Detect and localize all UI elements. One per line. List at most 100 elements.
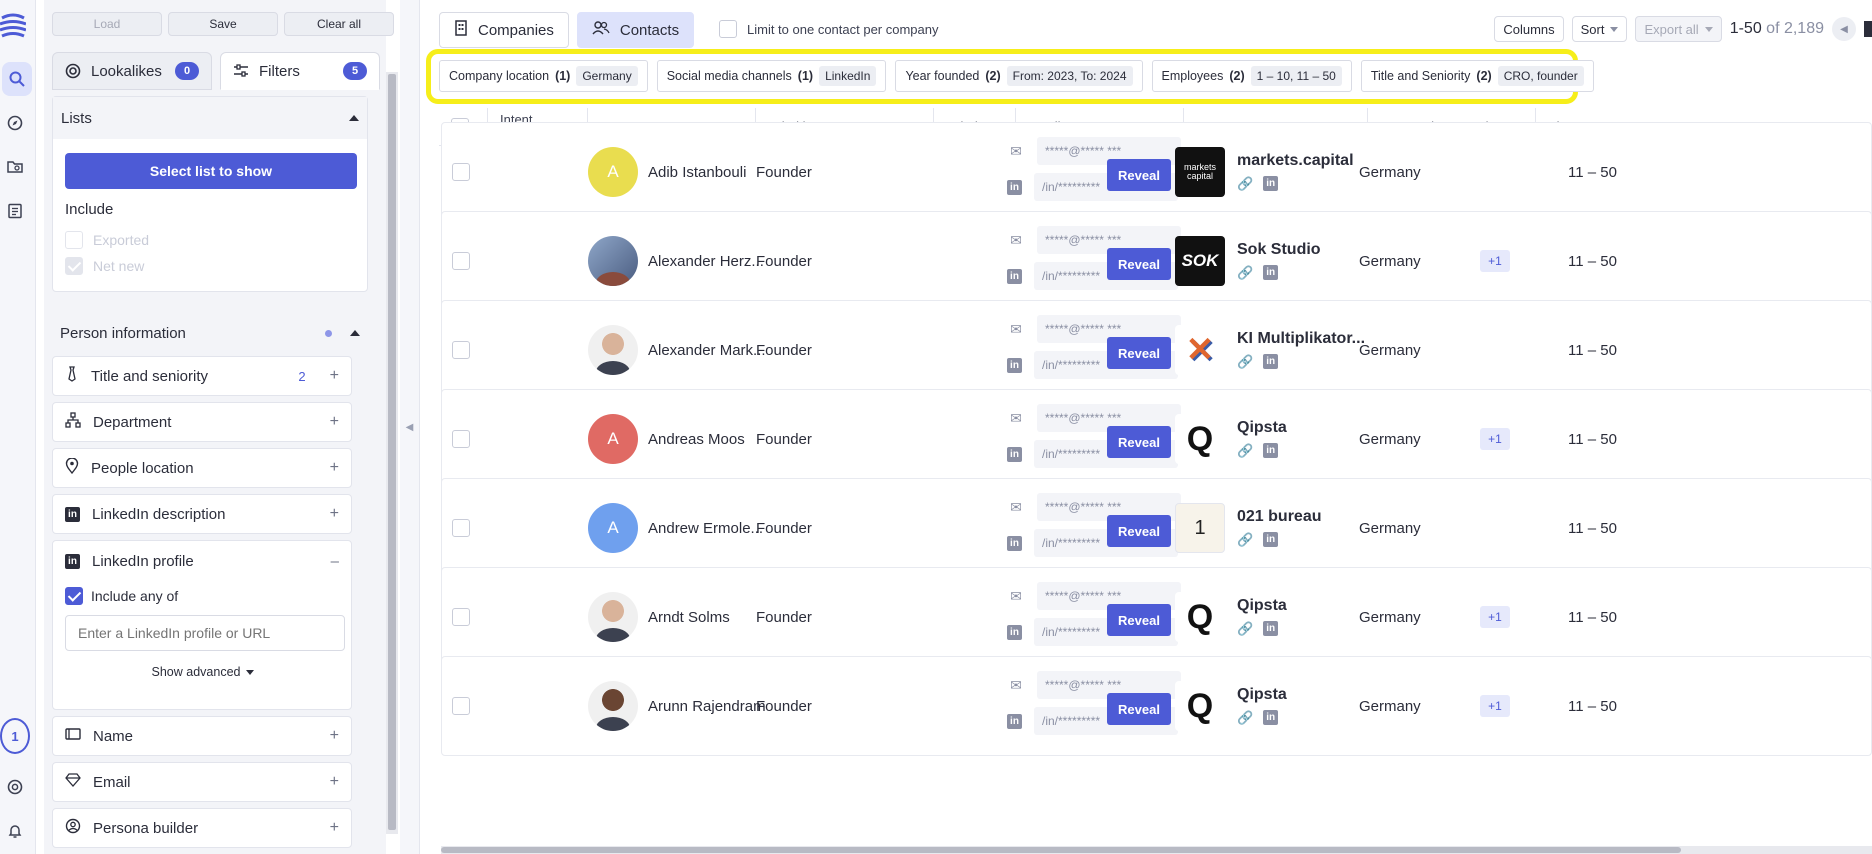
row-checkbox[interactable]: [452, 163, 470, 181]
lists-header[interactable]: Lists: [53, 97, 367, 139]
company-cell[interactable]: markets capital markets.capital 🔗 in: [1175, 123, 1354, 221]
more-countries-badge[interactable]: +1: [1480, 606, 1510, 628]
tab-filters[interactable]: Filters 5: [220, 52, 380, 90]
row-checkbox[interactable]: [452, 697, 470, 715]
include-any-option[interactable]: Include any of: [65, 587, 178, 605]
compass-icon[interactable]: [0, 106, 30, 140]
columns-button[interactable]: Columns: [1494, 16, 1564, 42]
link-icon[interactable]: 🔗: [1237, 354, 1253, 370]
linkedin-icon[interactable]: in: [1263, 443, 1279, 458]
linkedin-icon[interactable]: in: [1263, 354, 1279, 369]
next-page-button[interactable]: [1864, 21, 1872, 37]
reveal-button[interactable]: Reveal: [1107, 693, 1171, 725]
table-row[interactable]: Alexander Herz... Founder ✉ *****@***** ***…: [441, 211, 1872, 311]
email-filter[interactable]: Email +: [52, 762, 352, 802]
link-icon[interactable]: 🔗: [1237, 443, 1253, 459]
logo-icon[interactable]: [0, 12, 26, 40]
folder-search-icon[interactable]: [0, 150, 30, 184]
name-cell[interactable]: Alexander Herz...: [588, 212, 764, 310]
exported-checkbox[interactable]: [65, 231, 83, 249]
company-cell[interactable]: Q Qipsta 🔗 in: [1175, 657, 1287, 755]
contact-name[interactable]: Alexander Mark...: [648, 342, 766, 359]
contact-name[interactable]: Arunn Rajendram: [648, 698, 766, 715]
row-checkbox[interactable]: [452, 341, 470, 359]
save-button[interactable]: Save: [168, 12, 278, 36]
net-new-option[interactable]: Net new: [65, 257, 144, 275]
linkedin-icon[interactable]: in: [1263, 532, 1279, 547]
linkedin-icon[interactable]: in: [1263, 176, 1279, 191]
select-list-button[interactable]: Select list to show: [65, 153, 357, 189]
reveal-button[interactable]: Reveal: [1107, 426, 1171, 458]
company-cell[interactable]: Q Qipsta 🔗 in: [1175, 390, 1287, 488]
load-button[interactable]: Load: [52, 12, 162, 36]
linkedin-profile-header[interactable]: in LinkedIn profile –: [53, 541, 351, 581]
exported-option[interactable]: Exported: [65, 231, 149, 249]
table-horizontal-scrollbar[interactable]: [441, 846, 1872, 854]
department-filter[interactable]: Department +: [52, 402, 352, 442]
reveal-button[interactable]: Reveal: [1107, 248, 1171, 280]
name-cell[interactable]: Alexander Mark...: [588, 301, 766, 399]
table-row[interactable]: A Adib Istanbouli Founder ✉ *****@***** *** i…: [441, 122, 1872, 222]
name-cell[interactable]: A Adib Istanbouli: [588, 123, 746, 221]
contact-name[interactable]: Andreas Moos: [648, 431, 745, 448]
link-icon[interactable]: 🔗: [1237, 710, 1253, 726]
linkedin-icon[interactable]: in: [1263, 621, 1279, 636]
company-name[interactable]: Qipsta: [1237, 597, 1287, 615]
filter-chip[interactable]: Employees (2) 1 – 10, 11 – 50: [1151, 60, 1352, 92]
contact-name[interactable]: Alexander Herz...: [648, 253, 764, 270]
table-row[interactable]: Alexander Mark... Founder ✉ *****@***** ***…: [441, 300, 1872, 400]
row-checkbox[interactable]: [452, 519, 470, 537]
linkedin-icon[interactable]: in: [1263, 265, 1279, 280]
reveal-button[interactable]: Reveal: [1107, 515, 1171, 547]
clear-all-button[interactable]: Clear all: [284, 12, 394, 36]
company-name[interactable]: 021 bureau: [1237, 508, 1321, 526]
onboarding-progress-badge[interactable]: 1: [0, 718, 30, 754]
document-icon[interactable]: [0, 194, 30, 228]
name-cell[interactable]: Arndt Solms: [588, 568, 730, 666]
export-all-button[interactable]: Export all: [1635, 16, 1722, 42]
previous-page-button[interactable]: ◀: [1832, 17, 1856, 41]
company-cell[interactable]: ✕ KI Multiplikator... 🔗 in: [1175, 301, 1365, 399]
filter-chip[interactable]: Title and Seniority (2) CRO, founder: [1360, 60, 1594, 92]
company-cell[interactable]: Q Qipsta 🔗 in: [1175, 568, 1287, 666]
filter-chip[interactable]: Year founded (2) From: 2023, To: 2024: [895, 60, 1143, 92]
more-countries-badge[interactable]: +1: [1480, 250, 1510, 272]
show-advanced-toggle[interactable]: Show advanced: [53, 665, 353, 679]
search-icon[interactable]: [2, 62, 32, 96]
contact-name[interactable]: Andrew Ermole...: [648, 520, 763, 537]
table-row[interactable]: A Andreas Moos Founder ✉ *****@***** *** in/i…: [441, 389, 1872, 489]
panel-scrollbar-thumb[interactable]: [388, 74, 396, 830]
company-name[interactable]: Qipsta: [1237, 419, 1287, 437]
link-icon[interactable]: 🔗: [1237, 621, 1253, 637]
table-row[interactable]: A Andrew Ermole... Founder ✉ *****@***** ***…: [441, 478, 1872, 578]
row-checkbox[interactable]: [452, 252, 470, 270]
filter-chip[interactable]: Company location (1) Germany: [439, 60, 648, 92]
name-filter[interactable]: Name +: [52, 716, 352, 756]
people-location-filter[interactable]: People location +: [52, 448, 352, 488]
company-cell[interactable]: 1 021 bureau 🔗 in: [1175, 479, 1321, 577]
table-row[interactable]: Arndt Solms Founder ✉ *****@***** *** in/in/…: [441, 567, 1872, 667]
include-any-checkbox[interactable]: [65, 587, 83, 605]
contact-name[interactable]: Arndt Solms: [648, 609, 730, 626]
link-icon[interactable]: 🔗: [1237, 176, 1253, 192]
link-icon[interactable]: 🔗: [1237, 265, 1253, 281]
filter-chip[interactable]: Social media channels (1) LinkedIn: [656, 60, 887, 92]
reveal-button[interactable]: Reveal: [1107, 604, 1171, 636]
table-row[interactable]: Arunn Rajendram Founder ✉ *****@***** *** in…: [441, 656, 1872, 756]
row-checkbox[interactable]: [452, 430, 470, 448]
persona-builder-filter[interactable]: Persona builder +: [52, 808, 352, 848]
name-cell[interactable]: Arunn Rajendram: [588, 657, 766, 755]
bell-icon[interactable]: [0, 814, 30, 848]
name-cell[interactable]: A Andrew Ermole...: [588, 479, 763, 577]
horizontal-scrollbar-thumb[interactable]: [441, 847, 1681, 853]
company-name[interactable]: KI Multiplikator...: [1237, 330, 1365, 348]
help-icon[interactable]: [0, 770, 30, 804]
more-countries-badge[interactable]: +1: [1480, 695, 1510, 717]
more-countries-badge[interactable]: +1: [1480, 428, 1510, 450]
net-new-checkbox[interactable]: [65, 257, 83, 275]
title-seniority-filter[interactable]: Title and seniority 2 +: [52, 356, 352, 396]
person-information-header[interactable]: Person information: [52, 312, 368, 354]
limit-one-contact-checkbox[interactable]: [719, 20, 737, 38]
row-checkbox[interactable]: [452, 608, 470, 626]
tab-contacts[interactable]: Contacts: [576, 12, 695, 48]
